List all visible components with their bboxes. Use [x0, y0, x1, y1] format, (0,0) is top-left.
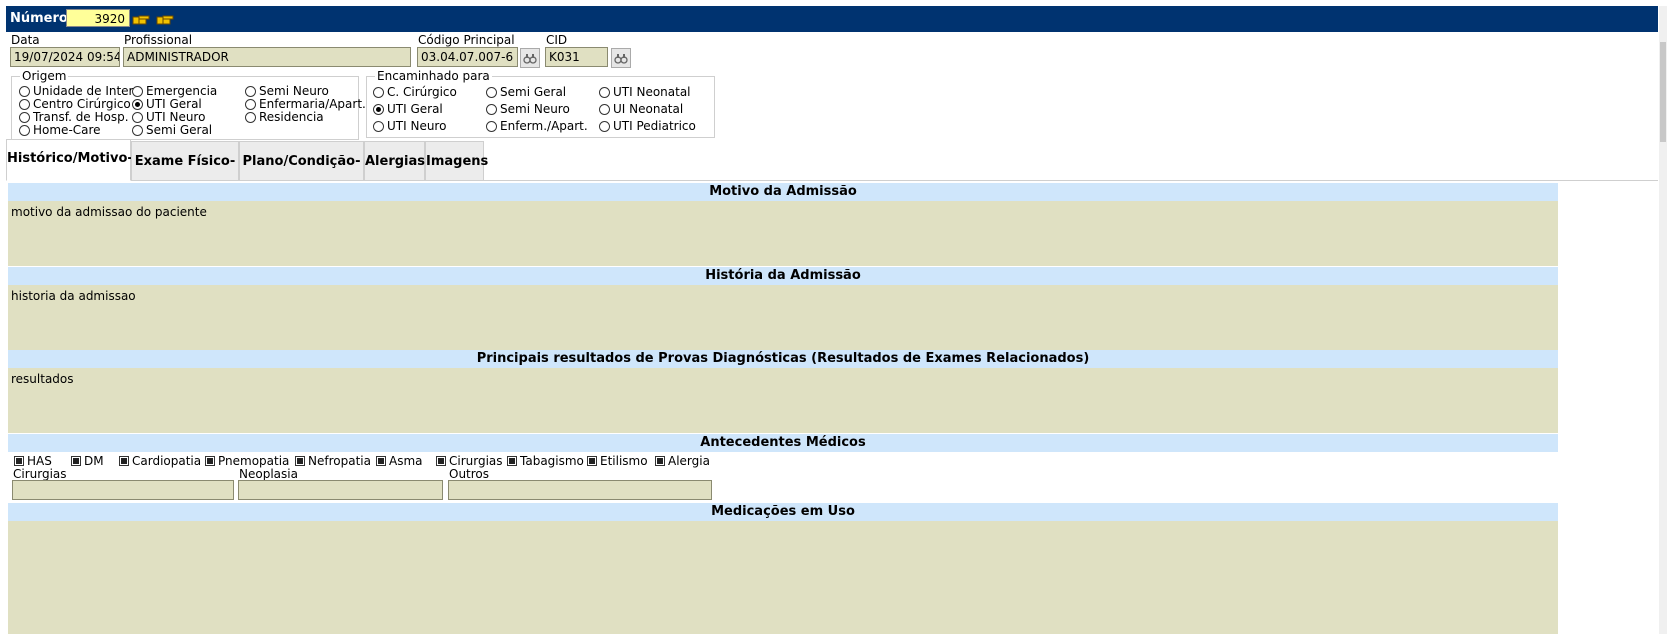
profissional-field[interactable]: ADMINISTRADOR — [123, 47, 411, 67]
encaminhado-radio[interactable]: UTI Pediatrico — [599, 119, 696, 133]
asma-checkbox[interactable]: Asma — [376, 454, 423, 468]
profissional-label: Profissional — [124, 33, 193, 47]
cid-field[interactable]: K031 — [545, 47, 608, 67]
encaminhado-radio[interactable]: Semi Neuro — [486, 102, 570, 116]
outros-field[interactable] — [448, 480, 712, 500]
origem-radio-selected[interactable]: UTI Geral — [132, 97, 202, 111]
dm-checkbox[interactable]: DM — [71, 454, 104, 468]
cid-label: CID — [546, 33, 568, 47]
medicacoes-header: Medicações em Uso — [8, 503, 1558, 521]
historia-textarea[interactable]: historia da admissao — [8, 285, 1558, 350]
outros-label: Outros — [449, 467, 490, 481]
tabagismo-checkbox[interactable]: Tabagismo — [507, 454, 584, 468]
encaminhado-radio[interactable]: UTI Neonatal — [599, 85, 691, 99]
origem-radio[interactable]: Semi Neuro — [245, 84, 329, 98]
pnemopatia-checkbox[interactable]: Pnemopatia — [205, 454, 289, 468]
vertical-scrollbar[interactable] — [1659, 6, 1667, 634]
tab-plano-condicao[interactable]: Plano/Condição-F9 — [239, 141, 364, 209]
search-cid-button[interactable] — [611, 48, 631, 68]
medicacoes-textarea[interactable] — [8, 521, 1558, 634]
numero-field[interactable]: 3920 — [66, 9, 130, 27]
encaminhado-title: Encaminhado para — [375, 69, 492, 83]
antecedentes-header: Antecedentes Médicos — [8, 434, 1558, 452]
nefropatia-checkbox[interactable]: Nefropatia — [295, 454, 371, 468]
tab-imagens[interactable]: Imagens — [425, 141, 488, 181]
codigo-principal-field[interactable]: 03.04.07.007-6 — [417, 47, 518, 67]
codigo-principal-label: Código Principal — [418, 33, 515, 47]
etilismo-checkbox[interactable]: Etilismo — [587, 454, 648, 468]
neoplasia-field[interactable] — [238, 480, 443, 500]
binoculars-icon — [523, 54, 537, 64]
origem-radio[interactable]: Semi Geral — [132, 123, 212, 137]
encaminhado-radio[interactable]: C. Cirúrgico — [373, 85, 457, 99]
tab-historico[interactable]: Histórico/Motivo-F7 — [6, 139, 133, 204]
origem-title: Origem — [20, 69, 69, 83]
motivo-header: Motivo da Admissão — [8, 183, 1558, 201]
resultados-header: Principais resultados de Provas Diagnóst… — [8, 350, 1558, 368]
origem-radio[interactable]: UTI Neuro — [132, 110, 205, 124]
motivo-textarea[interactable]: motivo da admissao do paciente — [8, 201, 1558, 266]
origem-radio[interactable]: Enfermaria/Apart. — [245, 97, 366, 111]
cirurgias-checkbox[interactable]: Cirurgias — [436, 454, 503, 468]
pointing-hand-icon[interactable] — [156, 12, 174, 26]
encaminhado-radio[interactable]: UTI Neuro — [373, 119, 446, 133]
neoplasia-label: Neoplasia — [239, 467, 298, 481]
encaminhado-radio[interactable]: UI Neonatal — [599, 102, 683, 116]
origem-radio[interactable]: Unidade de Inter. — [19, 84, 136, 98]
origem-radio[interactable]: Residencia — [245, 110, 324, 124]
tab-exame-fisico[interactable]: Exame Físico-F8 — [131, 141, 239, 209]
encaminhado-radio[interactable]: Semi Geral — [486, 85, 566, 99]
tab-alergias[interactable]: Alergias — [364, 141, 425, 181]
scrollbar-thumb[interactable] — [1660, 42, 1666, 142]
origem-radio[interactable]: Emergencia — [132, 84, 217, 98]
record-header-bar: Número 3920 — [6, 6, 1658, 32]
resultados-textarea[interactable]: resultados — [8, 368, 1558, 433]
encaminhado-radio-selected[interactable]: UTI Geral — [373, 102, 443, 116]
historia-header: História da Admissão — [8, 267, 1558, 285]
data-field[interactable]: 19/07/2024 09:54 — [10, 47, 120, 67]
cirurgias-field[interactable] — [12, 480, 234, 500]
cardiopatia-checkbox[interactable]: Cardiopatia — [119, 454, 201, 468]
numero-label: Número — [10, 11, 68, 26]
origem-radio[interactable]: Centro Cirúrgico — [19, 97, 131, 111]
origem-radio[interactable]: Transf. de Hosp. — [19, 110, 129, 124]
origem-radio[interactable]: Home-Care — [19, 123, 101, 137]
encaminhado-radio[interactable]: Enferm./Apart. — [486, 119, 588, 133]
alergia-checkbox[interactable]: Alergia — [655, 454, 710, 468]
pointing-hand-icon[interactable] — [132, 12, 150, 26]
has-checkbox[interactable]: HAS — [14, 454, 52, 468]
cirurgias-label: Cirurgias — [13, 467, 67, 481]
data-label: Data — [11, 33, 40, 47]
binoculars-icon — [614, 54, 628, 64]
search-codigo-button[interactable] — [520, 48, 540, 68]
